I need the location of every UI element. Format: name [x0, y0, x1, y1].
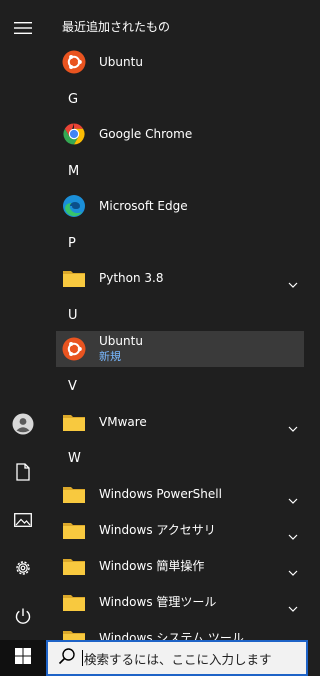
- section-letter-u[interactable]: U: [68, 298, 108, 334]
- app-label: Windows PowerShell: [99, 486, 222, 501]
- documents-button[interactable]: [0, 448, 46, 496]
- folder-icon: [62, 482, 86, 506]
- chevron-down-icon: [288, 633, 298, 640]
- folder-icon: [62, 626, 86, 640]
- search-box[interactable]: 検索するには、ここに入力します: [46, 640, 308, 676]
- folder-icon: [62, 590, 86, 614]
- section-letter-g[interactable]: G: [68, 82, 108, 118]
- app-item-google-chrome[interactable]: Google Chrome: [56, 116, 304, 152]
- folder-icon: [62, 410, 86, 434]
- folder-item-windows-powershell[interactable]: Windows PowerShell: [56, 476, 304, 512]
- recent-header: 最近追加されたもの: [62, 20, 171, 34]
- folder-item-windows-admin-tools[interactable]: Windows 管理ツール: [56, 584, 304, 620]
- app-label: Windows 管理ツール: [99, 594, 217, 609]
- taskbar: 検索するには、ここに入力します: [0, 640, 308, 676]
- ubuntu-icon: [62, 337, 86, 361]
- edge-icon: [62, 194, 86, 218]
- app-label-block: Ubuntu 新規: [99, 334, 143, 364]
- user-account-icon: [12, 413, 34, 435]
- app-item-ubuntu[interactable]: Ubuntu 新規: [56, 331, 304, 367]
- folder-item-windows-ease-of-access[interactable]: Windows 簡単操作: [56, 548, 304, 584]
- chevron-down-icon: [288, 525, 298, 544]
- start-rail: [0, 0, 46, 640]
- user-account-button[interactable]: [0, 400, 46, 448]
- app-label: VMware: [99, 414, 147, 429]
- app-item-microsoft-edge[interactable]: Microsoft Edge: [56, 188, 304, 224]
- section-letter-m[interactable]: M: [68, 154, 108, 190]
- search-placeholder: 検索するには、ここに入力します: [84, 651, 272, 667]
- folder-icon: [62, 266, 86, 290]
- pictures-icon: [14, 513, 32, 527]
- documents-icon: [16, 463, 30, 481]
- chevron-down-icon: [288, 489, 298, 508]
- folder-icon: [62, 518, 86, 542]
- app-list: 最近追加されたもの Ubuntu G Google Chrome M Micro…: [46, 0, 308, 640]
- chevron-down-icon: [288, 561, 298, 580]
- folder-item-vmware[interactable]: VMware: [56, 404, 304, 440]
- hamburger-menu-icon: [14, 21, 32, 35]
- start-button[interactable]: [0, 640, 46, 676]
- app-label: Google Chrome: [99, 126, 193, 141]
- power-button[interactable]: [0, 592, 46, 640]
- chevron-down-icon: [288, 597, 298, 616]
- folder-item-python[interactable]: Python 3.8: [56, 260, 304, 296]
- app-label: Ubuntu: [99, 54, 143, 69]
- settings-button[interactable]: [0, 544, 46, 592]
- app-label: Python 3.8: [99, 270, 164, 285]
- chevron-down-icon: [288, 417, 298, 436]
- chevron-down-icon: [288, 273, 298, 292]
- app-label: Microsoft Edge: [99, 198, 188, 213]
- chrome-icon: [62, 122, 86, 146]
- menu-button[interactable]: [0, 4, 46, 52]
- ubuntu-icon: [62, 50, 86, 74]
- windows-logo-icon: [15, 648, 31, 668]
- folder-item-windows-system-tools[interactable]: Windows システム ツール: [56, 620, 304, 640]
- pictures-button[interactable]: [0, 496, 46, 544]
- search-icon: [58, 647, 76, 669]
- app-label: Windows 簡単操作: [99, 558, 205, 573]
- section-letter-w[interactable]: W: [68, 441, 108, 477]
- app-item-ubuntu-recent[interactable]: Ubuntu: [56, 44, 304, 80]
- app-label: Windows アクセサリ: [99, 522, 216, 537]
- new-badge: 新規: [99, 350, 121, 363]
- text-cursor: [82, 650, 83, 666]
- power-icon: [14, 607, 32, 625]
- settings-icon: [14, 559, 32, 577]
- section-letter-v[interactable]: V: [68, 369, 108, 405]
- section-letter-p[interactable]: P: [68, 226, 108, 262]
- app-label: Ubuntu: [99, 334, 143, 348]
- folder-item-windows-accessories[interactable]: Windows アクセサリ: [56, 512, 304, 548]
- app-label: Windows システム ツール: [99, 630, 244, 641]
- folder-icon: [62, 554, 86, 578]
